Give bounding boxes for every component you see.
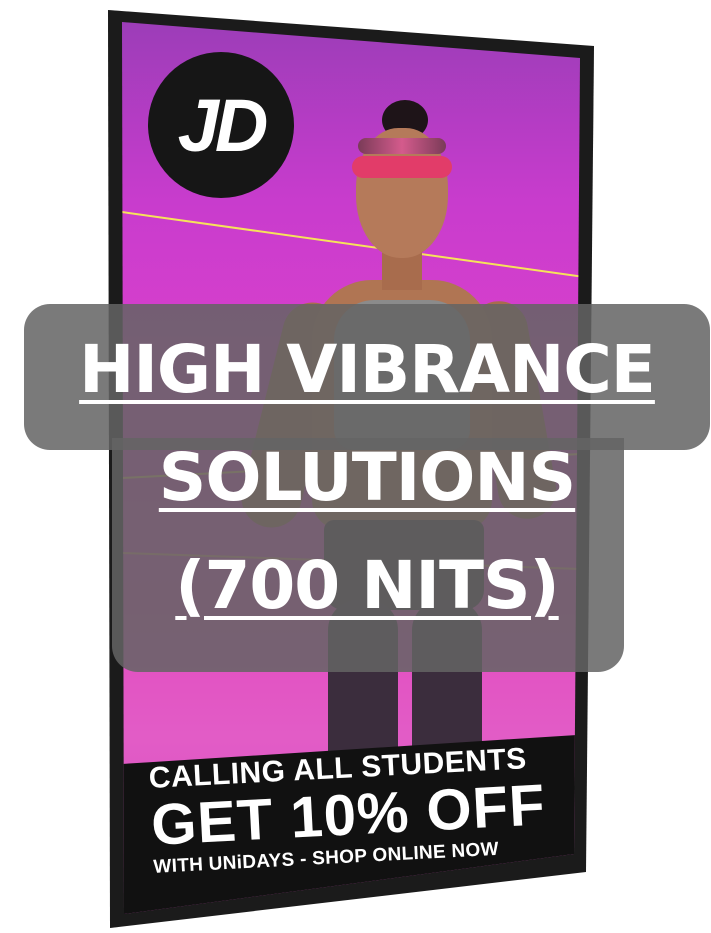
model-sunglasses <box>358 138 446 154</box>
model-headband <box>352 156 452 178</box>
caption-line-1: HIGH VIBRANCE <box>79 331 656 408</box>
caption-text: HIGH VIBRANCE SOLUTIONS (700 NITS) <box>24 316 710 640</box>
caption-line-2: SOLUTIONS <box>158 439 576 516</box>
jd-logo: JD <box>148 52 294 198</box>
jd-logo-text: JD <box>177 83 269 167</box>
promo-text: CALLING ALL STUDENTS GET 10% OFF WITH UN… <box>148 740 574 880</box>
caption-line-3: (700 NITS) <box>175 547 559 624</box>
